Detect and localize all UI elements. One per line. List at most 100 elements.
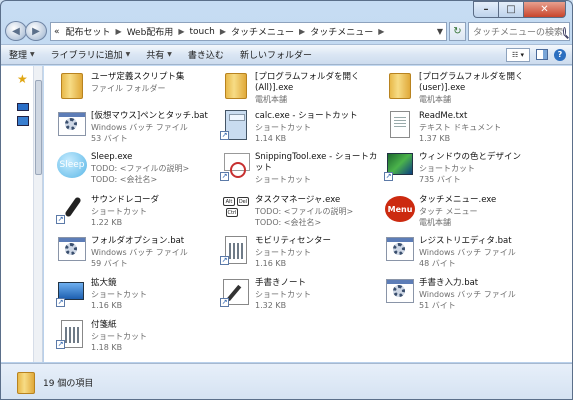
breadcrumb-item[interactable]: 配布セット <box>63 25 114 38</box>
item-name: [プログラムフォルダを開く <box>419 72 524 82</box>
search-icon <box>563 27 566 36</box>
organize-menu[interactable]: 整理 ▼ <box>1 45 43 64</box>
item-detail: 1.37 KB <box>419 134 451 143</box>
item-detail: Windows バッチ ファイル <box>419 248 516 257</box>
dropdown-arrow-icon: ▼ <box>167 51 172 58</box>
list-item[interactable]: ReadMe.txt テキスト ドキュメント 1.37 KB <box>384 109 544 149</box>
microphone-icon: ↗ <box>56 193 88 225</box>
folder-icon <box>220 70 252 102</box>
burn-button[interactable]: 書き込む <box>180 45 232 64</box>
item-detail: ショートカット <box>91 332 147 341</box>
list-item[interactable]: ↗ ウィンドウの色とデザイン ショートカット 735 バイト <box>384 150 544 190</box>
item-detail: 51 バイト <box>419 301 456 310</box>
navigation-pane: ★ <box>1 66 43 362</box>
folder-icon <box>17 371 35 394</box>
list-item[interactable]: 手書き入力.bat Windows バッチ ファイル 51 バイト <box>384 276 544 316</box>
new-folder-button[interactable]: 新しいフォルダー <box>232 45 320 64</box>
list-item[interactable]: Sleep Sleep.exe TODO: <ファイルの説明> TODO: <会社名… <box>56 150 216 190</box>
share-menu[interactable]: 共有 ▼ <box>138 45 180 64</box>
list-item[interactable]: [プログラムフォルダを開く (user)].exe 電机本舗 <box>384 70 544 110</box>
breadcrumb-item[interactable]: touch <box>186 27 217 37</box>
item-detail: Windows バッチ ファイル <box>419 290 516 299</box>
breadcrumb-separator-icon[interactable]: ▶ <box>297 27 307 36</box>
dropdown-arrow-icon: ▼ <box>30 51 35 58</box>
list-item[interactable]: ↗ calc.exe - ショートカット ショートカット 1.14 KB <box>220 109 380 149</box>
list-item[interactable]: Alt Del Ctrl タスクマネージャ.exe TODO: <ファイルの説明>… <box>220 193 380 233</box>
breadcrumb-separator-icon[interactable]: ▶ <box>218 27 228 36</box>
favorites-star-icon[interactable]: ★ <box>17 72 28 86</box>
item-detail: Windows バッチ ファイル <box>91 248 188 257</box>
item-detail: 1.16 KB <box>255 259 287 268</box>
item-detail: 1.14 KB <box>255 134 287 143</box>
breadcrumb-item[interactable]: Web配布用 <box>124 25 177 38</box>
item-detail: テキスト ドキュメント <box>419 123 502 132</box>
refresh-icon: ↻ <box>453 26 462 37</box>
pen-note-icon: ↗ <box>220 276 252 308</box>
refresh-button[interactable]: ↻ <box>449 22 466 41</box>
item-name: タッチメニュー.exe <box>419 195 497 205</box>
breadcrumb-separator-icon[interactable]: ▶ <box>376 27 386 36</box>
preview-pane-button[interactable] <box>536 49 548 60</box>
list-item[interactable]: ↗ サウンドレコーダ ショートカット 1.22 KB <box>56 193 216 233</box>
help-icon[interactable]: ? <box>554 48 566 61</box>
nav-pane-scroll-thumb[interactable] <box>35 80 42 175</box>
item-detail: ショートカット <box>91 290 147 299</box>
item-detail: 59 バイト <box>91 259 128 268</box>
search-input[interactable]: タッチメニューの検索 <box>468 22 570 41</box>
item-name: 付箋紙 <box>91 320 117 330</box>
back-arrow-icon: ◀ <box>12 25 20 37</box>
list-item[interactable]: [仮想マウス]ペンとタッチ.bat Windows バッチ ファイル 53 バイト <box>56 109 216 149</box>
shortcut-arrow-icon: ↗ <box>56 215 65 224</box>
list-item[interactable]: ↗ モビリティセンター ショートカット 1.16 KB <box>220 234 380 274</box>
breadcrumb-overflow[interactable]: « <box>51 27 63 37</box>
item-detail: TODO: <会社名> <box>91 175 158 184</box>
item-detail: 電机本舗 <box>419 218 451 227</box>
list-item[interactable]: ↗ 手書きノート ショートカット 1.32 KB <box>220 276 380 316</box>
list-item[interactable]: ↗ 拡大鏡 ショートカット 1.16 KB <box>56 276 216 316</box>
list-item[interactable]: ↗ SnippingTool.exe - ショートカ ット ショートカット <box>220 150 380 190</box>
batch-file-icon <box>56 234 88 266</box>
file-list: ユーザ定義スクリプト集 ファイル フォルダー [プログラムフォルダを開く (All)… <box>44 66 572 362</box>
details-pane: 19 個の項目 <box>1 363 572 399</box>
list-item[interactable]: フォルダオプション.bat Windows バッチ ファイル 59 バイト <box>56 234 216 274</box>
close-button[interactable]: ✕ <box>523 1 566 18</box>
add-to-library-menu[interactable]: ライブラリに追加 ▼ <box>43 45 139 64</box>
maximize-button[interactable]: □ <box>498 1 523 18</box>
minimize-button[interactable]: – <box>473 1 498 18</box>
address-dropdown-icon[interactable]: ▼ <box>434 27 446 36</box>
item-name-continued: (user)].exe <box>419 83 466 93</box>
item-detail: TODO: <会社名> <box>255 218 322 227</box>
share-label: 共有 <box>146 51 165 61</box>
command-bar: 整理 ▼ ライブラリに追加 ▼ 共有 ▼ 書き込む 新しいフォルダー ☷ ▾ ? <box>1 44 572 65</box>
network-icon[interactable] <box>17 116 29 126</box>
computer-icon[interactable] <box>17 103 29 111</box>
shortcut-arrow-icon: ↗ <box>220 131 229 140</box>
breadcrumb-item[interactable]: タッチメニュー <box>307 25 376 38</box>
item-detail: 53 バイト <box>91 134 128 143</box>
back-button[interactable]: ◀ <box>5 21 27 41</box>
item-detail: TODO: <ファイルの説明> <box>255 207 354 216</box>
breadcrumb-separator-icon[interactable]: ▶ <box>176 27 186 36</box>
address-bar[interactable]: « 配布セット ▶ Web配布用 ▶ touch ▶ タッチメニュー ▶ タッチ… <box>50 22 447 41</box>
breadcrumb-separator-icon[interactable]: ▶ <box>114 27 124 36</box>
item-detail: ショートカット <box>91 207 147 216</box>
organize-label: 整理 <box>9 51 28 61</box>
list-item[interactable]: ↗ 付箋紙 ショートカット 1.18 KB <box>56 318 216 358</box>
list-item[interactable]: Menu タッチメニュー.exe タッチ メニュー 電机本舗 <box>384 193 544 233</box>
forward-button[interactable]: ▶ <box>25 21 47 41</box>
item-detail: タッチ メニュー <box>419 207 478 216</box>
list-item[interactable]: レジストリエディタ.bat Windows バッチ ファイル 48 バイト <box>384 234 544 274</box>
item-detail: 電机本舗 <box>419 95 451 104</box>
list-item[interactable]: ユーザ定義スクリプト集 ファイル フォルダー <box>56 70 216 110</box>
item-detail: 1.32 KB <box>255 301 287 310</box>
item-name: レジストリエディタ.bat <box>419 236 512 246</box>
item-detail: 1.22 KB <box>91 218 123 227</box>
list-item[interactable]: [プログラムフォルダを開く (All)].exe 電机本舗 <box>220 70 380 110</box>
item-detail: 1.16 KB <box>91 301 123 310</box>
item-name: 手書き入力.bat <box>419 278 479 288</box>
change-view-button[interactable]: ☷ ▾ <box>506 47 530 62</box>
menu-icon: Menu <box>384 193 416 225</box>
text-document-icon <box>384 109 416 141</box>
breadcrumb-item[interactable]: タッチメニュー <box>228 25 297 38</box>
nav-pane-scrollbar[interactable] <box>33 66 42 362</box>
